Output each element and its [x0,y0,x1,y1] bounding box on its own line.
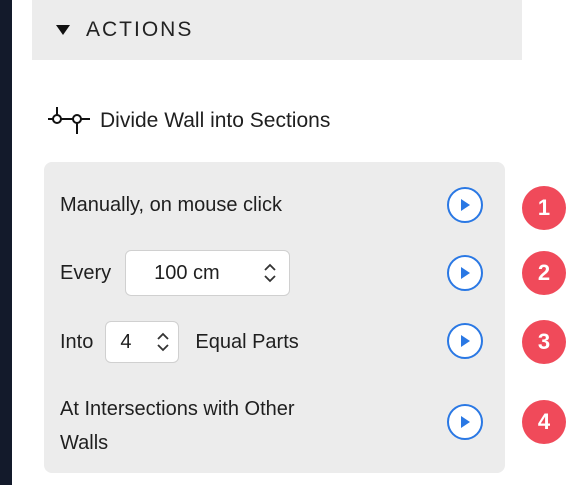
parts-value: 4 [120,330,132,353]
run-manual-button[interactable] [447,187,483,223]
actions-header-title: ACTIONS [86,18,194,41]
divide-wall-icon [48,107,90,134]
spacing-stepper[interactable]: 100 cm [125,250,291,296]
run-every-button[interactable] [447,255,483,291]
play-icon [461,267,470,279]
option-every-label: Every [60,261,112,284]
run-intersections-button[interactable] [447,404,483,440]
run-equal-parts-button[interactable] [447,323,483,359]
step-badge-3: 3 [522,320,566,364]
step-badge-4: 4 [522,400,566,444]
option-intersections-label-line2: Walls [60,432,109,454]
stepper-arrows-icon[interactable] [263,262,277,284]
step-badge-1: 1 [522,186,566,230]
play-icon [461,199,470,211]
step-badge-2: 2 [522,251,566,295]
collapse-triangle-icon[interactable] [56,25,70,35]
play-icon [461,416,470,428]
option-equal-parts-row: Into 4 Equal Parts [60,321,299,363]
left-edge-bar [0,0,12,485]
option-manual-label: Manually, on mouse click [60,193,282,216]
stepper-arrows-icon[interactable] [156,331,170,353]
option-every-row: Every 100 cm [60,250,291,296]
option-equal-parts-label: Equal Parts [195,330,299,353]
option-intersections-row: At Intersections with Other Walls [60,392,295,460]
divide-wall-heading: Divide Wall into Sections [46,103,330,139]
play-icon [461,335,470,347]
option-into-label: Into [60,330,94,353]
actions-section-header[interactable]: ACTIONS [32,0,522,60]
option-intersections-label-line1: At Intersections with Other [60,398,295,420]
parts-stepper[interactable]: 4 [105,321,180,363]
spacing-value: 100 cm [154,261,220,284]
divide-wall-title: Divide Wall into Sections [100,109,331,132]
option-manual-row: Manually, on mouse click [60,189,282,221]
